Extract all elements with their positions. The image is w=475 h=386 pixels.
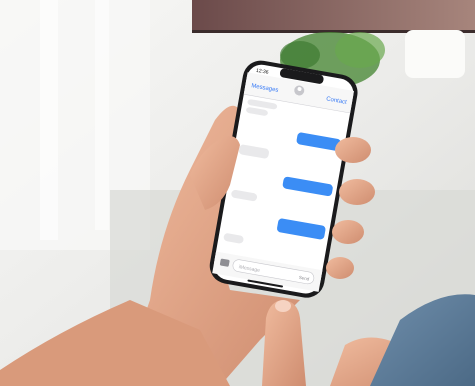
index-fingernail: [275, 300, 291, 312]
dark-object-top-right: [192, 0, 475, 32]
photo-scene: 12:36 Messages Contact iMessage Send: [0, 0, 475, 386]
plant-pot: [405, 30, 465, 78]
curtain-fold: [40, 0, 58, 240]
curtain-fold: [95, 0, 109, 230]
